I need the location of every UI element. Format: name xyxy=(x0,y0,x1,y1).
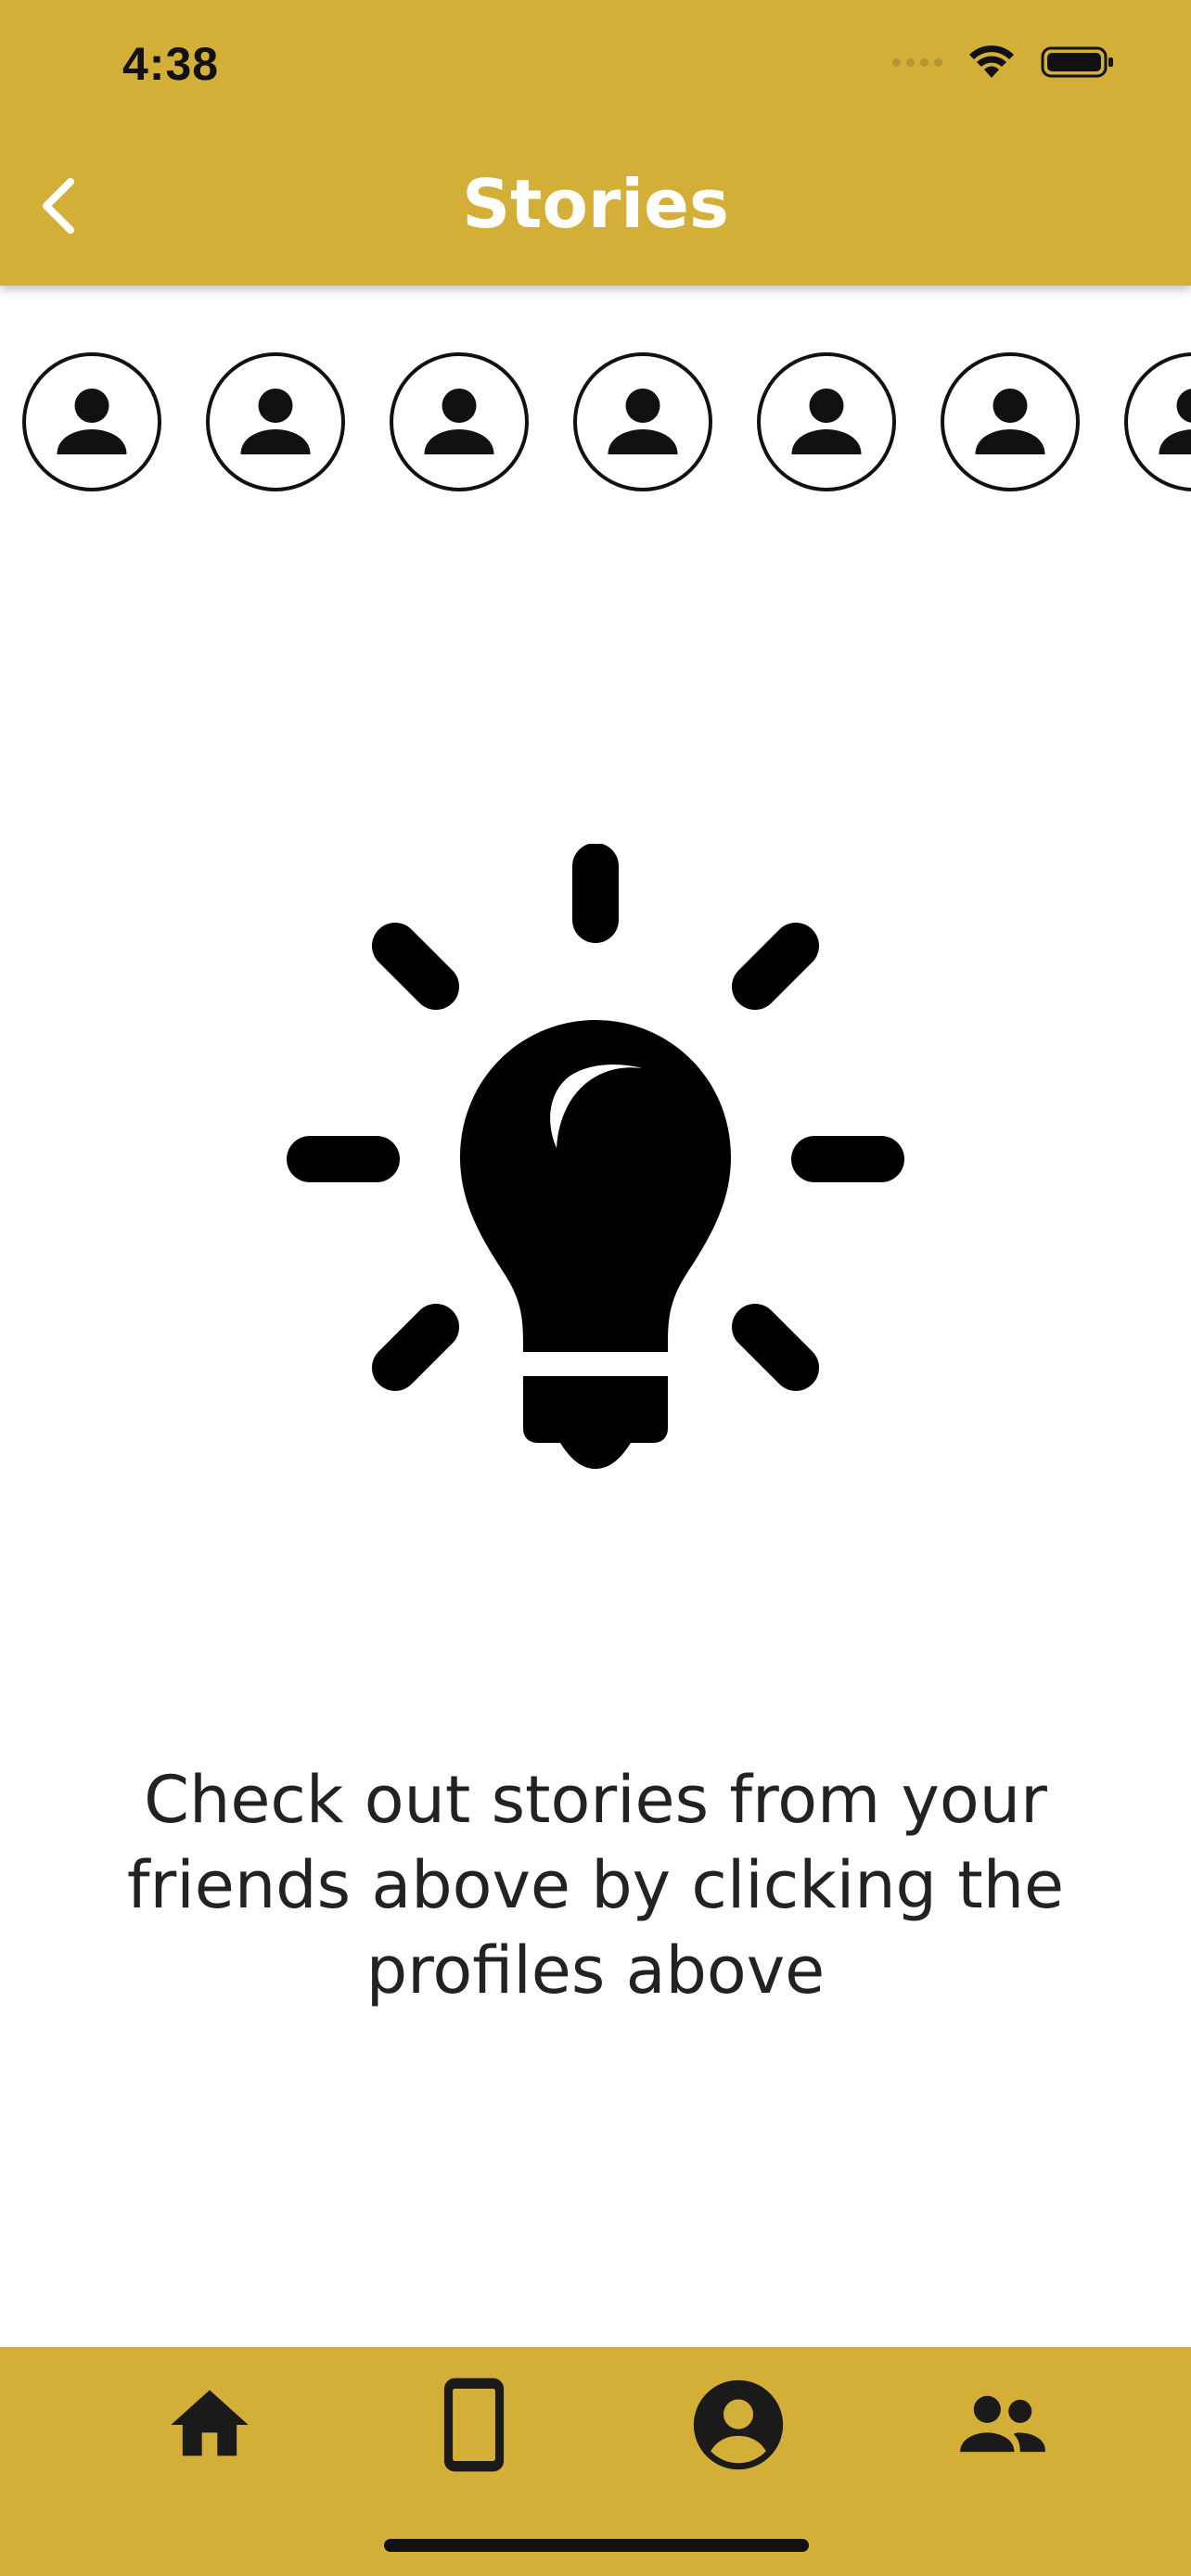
tab-profile[interactable] xyxy=(673,2369,803,2480)
lightbulb-icon xyxy=(287,844,904,1469)
tab-phone[interactable] xyxy=(409,2369,539,2480)
empty-state-message: Check out stories from your friends abov… xyxy=(126,1762,1065,2009)
story-avatar[interactable] xyxy=(390,352,529,491)
home-indicator[interactable] xyxy=(384,2539,809,2552)
status-indicators xyxy=(892,45,1115,80)
person-icon xyxy=(791,389,862,454)
cellular-signal-icon xyxy=(892,57,942,67)
tab-home[interactable] xyxy=(145,2369,275,2480)
person-icon xyxy=(240,389,311,454)
page-title: Stories xyxy=(462,165,729,243)
group-icon xyxy=(960,2395,1045,2453)
person-icon xyxy=(424,389,494,454)
person-icon xyxy=(1159,389,1191,454)
home-icon xyxy=(171,2390,249,2456)
story-avatar[interactable] xyxy=(757,352,896,491)
story-avatar[interactable] xyxy=(573,352,712,491)
story-avatar[interactable] xyxy=(1124,352,1191,491)
phone-icon xyxy=(443,2378,505,2472)
story-avatar[interactable] xyxy=(941,352,1080,491)
wifi-icon xyxy=(969,45,1014,78)
person-icon xyxy=(608,389,678,454)
person-icon xyxy=(975,389,1045,454)
stories-row xyxy=(0,352,1191,501)
account-icon xyxy=(693,2379,784,2470)
status-time: 4:38 xyxy=(122,38,220,90)
story-avatar[interactable] xyxy=(22,352,161,491)
story-avatar[interactable] xyxy=(206,352,345,491)
app-header: 4:38 Stories xyxy=(0,0,1191,286)
battery-icon xyxy=(1041,46,1113,78)
person-icon xyxy=(57,389,127,454)
tab-friends[interactable] xyxy=(938,2369,1068,2480)
